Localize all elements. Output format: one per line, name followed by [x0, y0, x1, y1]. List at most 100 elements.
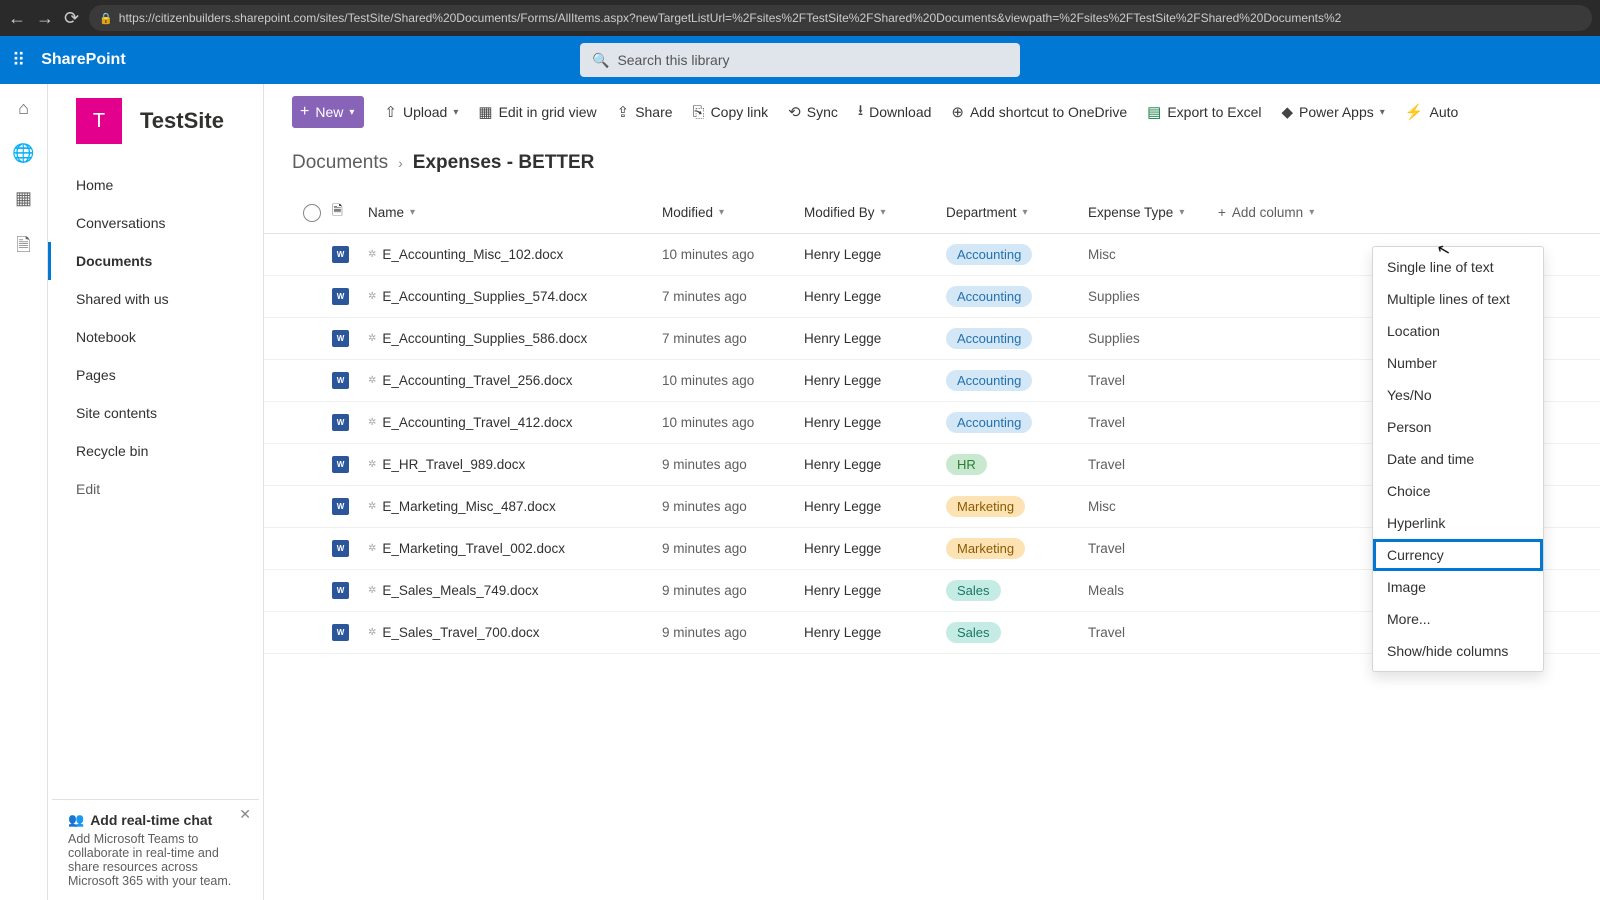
word-icon: W — [332, 540, 349, 557]
department-cell: Accounting — [946, 370, 1088, 391]
site-title[interactable]: TestSite — [140, 108, 224, 134]
file-name-cell[interactable]: ✲E_HR_Travel_989.docx — [368, 457, 662, 472]
download-button[interactable]: ⭳Download — [858, 100, 932, 125]
nav-item-site-contents[interactable]: Site contents — [48, 394, 263, 432]
power-apps-button[interactable]: ◆Power Apps▾ — [1282, 103, 1385, 121]
column-type-option-person[interactable]: Person — [1373, 411, 1543, 443]
column-department-header[interactable]: Department▾ — [946, 205, 1088, 220]
home-icon[interactable]: ⌂ — [18, 98, 29, 119]
nav-item-home[interactable]: Home — [48, 166, 263, 204]
nav-item-documents[interactable]: Documents — [48, 242, 263, 280]
column-type-option-yes-no[interactable]: Yes/No — [1373, 379, 1543, 411]
automate-label: Auto — [1429, 104, 1458, 120]
column-expense-type-header[interactable]: Expense Type▾ — [1088, 205, 1218, 220]
share-button[interactable]: ⇪Share — [617, 103, 673, 121]
modified-cell: 10 minutes ago — [662, 373, 804, 388]
upload-icon: ⇧ — [384, 103, 397, 121]
column-name-header[interactable]: Name▾ — [368, 205, 662, 220]
nav-item-conversations[interactable]: Conversations — [48, 204, 263, 242]
nav-item-shared-with-us[interactable]: Shared with us — [48, 280, 263, 318]
select-all[interactable] — [292, 204, 332, 222]
share-label: Share — [635, 104, 672, 120]
file-type-cell: W — [332, 624, 368, 641]
nav-item-notebook[interactable]: Notebook — [48, 318, 263, 356]
add-column-button[interactable]: +Add column▾ — [1218, 205, 1348, 220]
shortcut-button[interactable]: ⊕Add shortcut to OneDrive — [951, 103, 1127, 121]
news-icon[interactable]: ▦ — [15, 188, 32, 209]
browser-reload-icon[interactable]: ⟳ — [64, 8, 79, 29]
file-name-cell[interactable]: ✲E_Marketing_Travel_002.docx — [368, 541, 662, 556]
word-icon: W — [332, 330, 349, 347]
globe-icon[interactable]: 🌐 — [12, 143, 34, 164]
sync-pending-icon: ✲ — [368, 459, 376, 470]
modified-cell: 10 minutes ago — [662, 415, 804, 430]
column-type-option-number[interactable]: Number — [1373, 347, 1543, 379]
app-launcher-icon[interactable]: ⠿ — [12, 50, 25, 71]
column-type-option-date-and-time[interactable]: Date and time — [1373, 443, 1543, 475]
browser-back-icon[interactable]: ← — [8, 8, 26, 29]
modified-by-cell: Henry Legge — [804, 331, 946, 346]
column-name-label: Name — [368, 205, 404, 220]
file-name-cell[interactable]: ✲E_Sales_Meals_749.docx — [368, 583, 662, 598]
file-name-cell[interactable]: ✲E_Accounting_Travel_412.docx — [368, 415, 662, 430]
export-excel-button[interactable]: ▤Export to Excel — [1147, 103, 1261, 121]
file-name-cell[interactable]: ✲E_Accounting_Supplies_586.docx — [368, 331, 662, 346]
breadcrumb-root[interactable]: Documents — [292, 152, 388, 174]
add-column-dropdown: Single line of textMultiple lines of tex… — [1372, 246, 1544, 672]
table-header: 🗎 Name▾ Modified▾ Modified By▾ Departmen… — [264, 192, 1600, 234]
sync-pending-icon: ✲ — [368, 291, 376, 302]
column-type-option-hyperlink[interactable]: Hyperlink — [1373, 507, 1543, 539]
brand-label[interactable]: SharePoint — [41, 51, 125, 69]
url-bar[interactable]: 🔒 https://citizenbuilders.sharepoint.com… — [89, 5, 1592, 31]
modified-by-cell: Henry Legge — [804, 289, 946, 304]
sync-pending-icon: ✲ — [368, 417, 376, 428]
file-name-cell[interactable]: ✲E_Accounting_Misc_102.docx — [368, 247, 662, 262]
file-name-cell[interactable]: ✲E_Accounting_Supplies_574.docx — [368, 289, 662, 304]
files-icon[interactable]: 🗎 — [16, 233, 30, 263]
breadcrumb-current: Expenses - BETTER — [413, 152, 595, 174]
file-name-cell[interactable]: ✲E_Accounting_Travel_256.docx — [368, 373, 662, 388]
column-type-option-choice[interactable]: Choice — [1373, 475, 1543, 507]
column-type-option-currency[interactable]: Currency — [1373, 539, 1543, 571]
file-type-cell: W — [332, 582, 368, 599]
browser-forward-icon[interactable]: → — [36, 8, 54, 29]
file-name-cell[interactable]: ✲E_Sales_Travel_700.docx — [368, 625, 662, 640]
column-modified-label: Modified — [662, 205, 713, 220]
nav-item-pages[interactable]: Pages — [48, 356, 263, 394]
chevron-down-icon: ▾ — [453, 107, 458, 118]
upload-button[interactable]: ⇧Upload▾ — [384, 103, 458, 121]
expense-type-cell: Supplies — [1088, 289, 1218, 304]
column-type-option-show-hide-columns[interactable]: Show/hide columns — [1373, 635, 1543, 667]
modified-cell: 9 minutes ago — [662, 625, 804, 640]
file-type-cell: W — [332, 540, 368, 557]
file-type-cell: W — [332, 246, 368, 263]
modified-by-cell: Henry Legge — [804, 583, 946, 598]
column-type-option-location[interactable]: Location — [1373, 315, 1543, 347]
file-name-cell[interactable]: ✲E_Marketing_Misc_487.docx — [368, 499, 662, 514]
column-type-option-multiple-lines-of-text[interactable]: Multiple lines of text — [1373, 283, 1543, 315]
search-input[interactable]: 🔍 Search this library — [580, 43, 1020, 77]
modified-by-cell: Henry Legge — [804, 373, 946, 388]
expense-type-cell: Travel — [1088, 457, 1218, 472]
column-modified-header[interactable]: Modified▾ — [662, 205, 804, 220]
sync-button[interactable]: ⟲Sync — [788, 103, 838, 121]
site-logo[interactable]: T — [76, 98, 122, 144]
column-type-option-image[interactable]: Image — [1373, 571, 1543, 603]
column-type-option-more-[interactable]: More... — [1373, 603, 1543, 635]
shortcut-label: Add shortcut to OneDrive — [970, 104, 1127, 120]
edit-grid-button[interactable]: ▦Edit in grid view — [478, 103, 596, 121]
nav-item-recycle-bin[interactable]: Recycle bin — [48, 432, 263, 470]
column-type-header[interactable]: 🗎 — [332, 201, 368, 224]
modified-by-cell: Henry Legge — [804, 625, 946, 640]
column-type-option-single-line-of-text[interactable]: Single line of text — [1373, 251, 1543, 283]
column-modified-by-header[interactable]: Modified By▾ — [804, 205, 946, 220]
nav-edit-link[interactable]: Edit — [48, 470, 263, 508]
close-icon[interactable]: ✕ — [239, 806, 251, 823]
column-modified-by-label: Modified By — [804, 205, 875, 220]
modified-cell: 10 minutes ago — [662, 247, 804, 262]
new-button[interactable]: + New ▾ — [292, 96, 364, 128]
copy-link-label: Copy link — [711, 104, 769, 120]
copy-link-button[interactable]: ⎘Copy link — [693, 104, 769, 121]
automate-button[interactable]: ⚡Auto — [1405, 103, 1459, 121]
chevron-down-icon: ▾ — [1380, 107, 1385, 118]
